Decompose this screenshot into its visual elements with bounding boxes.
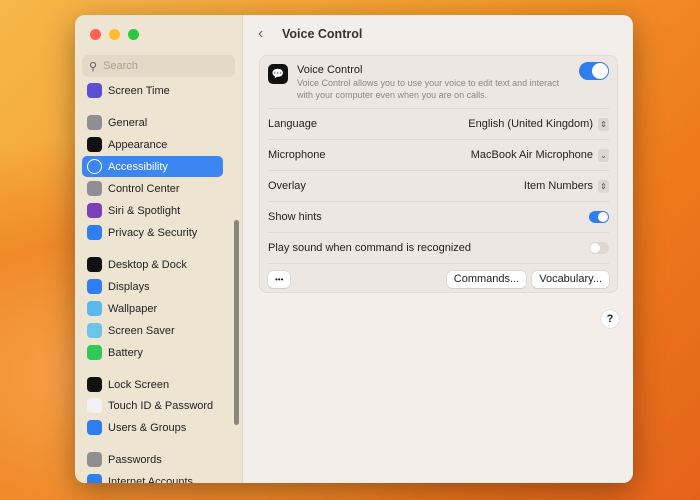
overlay-label: Overlay [268, 180, 306, 192]
control-center-icon [87, 181, 102, 196]
more-button[interactable]: ••• [268, 270, 291, 288]
sidebar-item-label: Users & Groups [108, 421, 187, 434]
stepper-icon: ⇕ [598, 179, 609, 193]
sidebar-item-label: Lock Screen [108, 378, 170, 391]
siri-spotlight-icon [87, 203, 102, 218]
search-icon: ⚲ [89, 60, 98, 73]
voice-control-card: 💬 Voice Control Voice Control allows you… [259, 55, 618, 293]
help-button[interactable]: ? [601, 310, 619, 328]
show-hints-toggle[interactable] [589, 211, 609, 223]
sidebar-item-label: General [108, 116, 148, 129]
sidebar-item-general[interactable]: General [82, 112, 223, 133]
sidebar-item-lock-screen[interactable]: Lock Screen [82, 374, 223, 395]
sidebar-item-privacy-security[interactable]: Privacy & Security [82, 222, 223, 243]
vocabulary-button[interactable]: Vocabulary... [532, 270, 609, 288]
sidebar-item-label: Touch ID & Password [108, 399, 214, 412]
stepper-icon: ⇕ [598, 117, 609, 131]
touch-id-password-icon [87, 398, 102, 413]
button-row: ••• Commands... Vocabulary... [268, 263, 609, 294]
displays-icon [87, 279, 102, 294]
minimize-button[interactable] [109, 29, 120, 40]
appearance-icon [87, 137, 102, 152]
language-label: Language [268, 118, 317, 130]
internet-accounts-icon [87, 474, 102, 483]
sidebar-item-siri-spotlight[interactable]: Siri & Spotlight [82, 200, 223, 221]
main-pane: ‹ Voice Control 💬 Voice Control Voice Co… [243, 15, 633, 483]
voice-control-toggle[interactable] [579, 62, 609, 80]
lock-screen-icon [87, 377, 102, 392]
language-value: English (United Kingdom) [468, 118, 593, 130]
settings-window: ⚲ Search Screen Time General Appearance Acc… [75, 15, 633, 483]
sidebar-item-screen-time[interactable]: Screen Time [82, 81, 223, 101]
play-sound-toggle[interactable] [589, 242, 609, 254]
search-placeholder: Search [103, 60, 138, 72]
sidebar-item-label: Screen Time [108, 84, 170, 97]
sidebar-item-label: Displays [108, 280, 150, 293]
play-sound-row: Play sound when command is recognized [268, 232, 609, 263]
desktop-dock-icon [87, 257, 102, 272]
sidebar-item-label: Internet Accounts [108, 475, 193, 484]
sidebar-item-displays[interactable]: Displays [82, 276, 223, 297]
show-hints-label: Show hints [268, 211, 322, 223]
voice-control-title: Voice Control [297, 64, 363, 76]
language-row: Language English (United Kingdom) ⇕ [268, 108, 609, 139]
sidebar-item-label: Appearance [108, 138, 168, 151]
sidebar-item-wallpaper[interactable]: Wallpaper [82, 298, 223, 319]
sidebar-item-passwords[interactable]: Passwords [82, 449, 223, 470]
sidebar-item-accessibility[interactable]: Accessibility [82, 156, 223, 177]
overlay-select[interactable]: Item Numbers ⇕ [523, 179, 609, 193]
accessibility-icon [87, 159, 102, 174]
commands-button[interactable]: Commands... [446, 270, 527, 288]
battery-icon [87, 345, 102, 360]
sidebar-item-label: Privacy & Security [108, 226, 198, 239]
zoom-button[interactable] [128, 29, 139, 40]
close-button[interactable] [90, 29, 101, 40]
back-chevron-icon[interactable]: ‹ [258, 25, 263, 43]
screen-saver-icon [87, 323, 102, 338]
sidebar-item-label: Screen Saver [108, 324, 175, 337]
sidebar-list: Screen Time General Appearance Accessibilit… [75, 81, 235, 483]
language-select[interactable]: English (United Kingdom) ⇕ [468, 117, 609, 131]
sidebar-item-battery[interactable]: Battery [82, 342, 223, 363]
overlay-row: Overlay Item Numbers ⇕ [268, 170, 609, 201]
window-controls [90, 29, 139, 40]
microphone-select[interactable]: MacBook Air Microphone ⌄ [470, 148, 609, 162]
sidebar-item-screen-saver[interactable]: Screen Saver [82, 320, 223, 341]
sidebar-item-desktop-dock[interactable]: Desktop & Dock [82, 254, 223, 275]
show-hints-row: Show hints [268, 201, 609, 232]
search-input[interactable]: ⚲ Search [82, 55, 235, 77]
play-sound-label: Play sound when command is recognized [268, 242, 472, 254]
screen-time-icon [87, 83, 102, 98]
microphone-row: Microphone MacBook Air Microphone ⌄ [268, 139, 609, 170]
sidebar-item-label: Battery [108, 346, 143, 359]
sidebar-item-label: Siri & Spotlight [108, 204, 181, 217]
passwords-icon [87, 452, 102, 467]
privacy-security-icon [87, 225, 102, 240]
sidebar-item-users-groups[interactable]: Users & Groups [82, 417, 223, 438]
sidebar: ⚲ Search Screen Time General Appearance Acc… [75, 15, 243, 483]
sidebar-item-appearance[interactable]: Appearance [82, 134, 223, 155]
sidebar-item-label: Desktop & Dock [108, 258, 187, 271]
users-groups-icon [87, 420, 102, 435]
page-title: Voice Control [282, 27, 363, 41]
sidebar-item-touch-id-password[interactable]: Touch ID & Password [82, 395, 223, 416]
sidebar-scrollbar[interactable] [234, 220, 239, 425]
general-icon [87, 115, 102, 130]
sidebar-item-label: Wallpaper [108, 302, 158, 315]
chevron-down-icon: ⌄ [598, 148, 609, 162]
sidebar-item-internet-accounts[interactable]: Internet Accounts [82, 471, 223, 483]
voice-control-icon: 💬 [268, 64, 288, 84]
microphone-value: MacBook Air Microphone [470, 149, 593, 161]
sidebar-item-label: Passwords [108, 453, 162, 466]
wallpaper-icon [87, 301, 102, 316]
sidebar-item-control-center[interactable]: Control Center [82, 178, 223, 199]
microphone-label: Microphone [268, 149, 326, 161]
overlay-value: Item Numbers [523, 180, 593, 192]
voice-control-description: Voice Control allows you to use your voi… [297, 78, 560, 100]
sidebar-item-label: Accessibility [108, 160, 168, 173]
sidebar-item-label: Control Center [108, 182, 180, 195]
